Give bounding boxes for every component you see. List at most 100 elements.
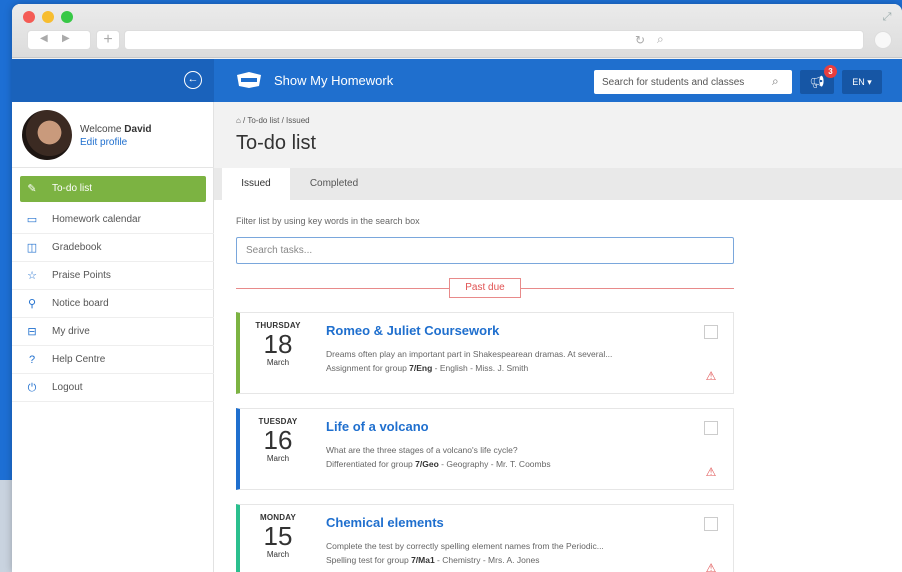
- close-window-button[interactable]: [23, 11, 35, 23]
- language-select[interactable]: EN ▾: [842, 70, 882, 94]
- collapse-sidebar-icon[interactable]: ←: [184, 71, 202, 89]
- sidebar-item-logout[interactable]: ⏻ Logout: [12, 374, 214, 402]
- sidebar-item-label: Homework calendar: [52, 214, 141, 225]
- browser-menu-button[interactable]: [874, 31, 892, 49]
- sidebar-item-homework-calendar[interactable]: ▭ Homework calendar: [12, 206, 214, 234]
- sidebar-item-help-centre[interactable]: ? Help Centre: [12, 346, 214, 374]
- task-title-link[interactable]: Chemical elements: [326, 515, 444, 530]
- warning-icon: ⚠: [705, 465, 717, 479]
- warning-icon: ⚠: [705, 369, 717, 383]
- star-icon: ☆: [27, 270, 37, 282]
- calendar-icon: ▭: [26, 214, 38, 226]
- logo-icon: [237, 72, 261, 88]
- power-icon: ⏻: [27, 382, 37, 394]
- app-header: ← Show My Homework ⌕ 📢︎ 3 EN ▾: [12, 59, 902, 102]
- warning-icon: ⚠: [705, 561, 717, 572]
- task-title-link[interactable]: Life of a volcano: [326, 419, 429, 434]
- reload-icon[interactable]: ↻: [635, 33, 645, 47]
- past-due-label: Past due: [449, 278, 521, 298]
- sidebar-item-label: Notice board: [52, 298, 109, 309]
- task-card[interactable]: THURSDAY 18 March Romeo & Juliet Coursew…: [236, 312, 734, 394]
- task-month: March: [266, 550, 290, 559]
- task-card[interactable]: TUESDAY 16 March Life of a volcano What …: [236, 408, 734, 490]
- user-name: David: [124, 124, 152, 135]
- task-group: 7/Ma1: [411, 555, 435, 565]
- task-complete-checkbox[interactable]: [704, 517, 718, 531]
- task-date-number: 15: [263, 521, 293, 551]
- task-description: Complete the test by correctly spelling …: [326, 541, 604, 551]
- edit-icon: ✎: [27, 183, 37, 195]
- sidebar-item-label: Gradebook: [52, 242, 102, 253]
- back-arrow-icon[interactable]: ◀: [40, 33, 48, 44]
- sidebar-item-label: Logout: [52, 382, 83, 393]
- task-group: 7/Eng: [409, 363, 433, 373]
- help-icon: ?: [28, 354, 36, 366]
- avatar[interactable]: [22, 110, 72, 160]
- task-date: THURSDAY 18 March: [244, 321, 312, 367]
- forward-arrow-icon[interactable]: ▶: [62, 33, 70, 44]
- browser-toolbar: ⤢ ◀ ▶ + ↻ ⌕: [12, 4, 902, 58]
- task-date-number: 18: [263, 329, 293, 359]
- browser-window: ⤢ ◀ ▶ + ↻ ⌕ ← Show My Homework ⌕ 📢︎ 3 EN…: [12, 4, 902, 572]
- task-description: What are the three stages of a volcano's…: [326, 445, 518, 455]
- book-icon: ◫: [26, 242, 38, 254]
- task-description: Dreams often play an important part in S…: [326, 349, 613, 359]
- student-class-search-input[interactable]: [594, 70, 792, 94]
- maximize-window-button[interactable]: [61, 11, 73, 23]
- task-complete-checkbox[interactable]: [704, 421, 718, 435]
- task-meta-suffix: - Geography - Mr. T. Coombs: [438, 459, 551, 469]
- sidebar-item-label: My drive: [52, 326, 90, 337]
- sidebar-item-praise-points[interactable]: ☆ Praise Points: [12, 262, 214, 290]
- search-icon[interactable]: ⌕: [772, 74, 779, 89]
- address-bar[interactable]: ↻ ⌕: [124, 30, 864, 50]
- task-group: 7/Geo: [415, 459, 439, 469]
- sidebar-header: ←: [12, 59, 214, 102]
- task-meta-prefix: Assignment for group: [326, 363, 410, 373]
- search-icon: ⌕: [657, 32, 664, 46]
- tab-completed[interactable]: Completed: [294, 168, 374, 200]
- drive-icon: ⊟: [27, 326, 37, 338]
- task-title-link[interactable]: Romeo & Juliet Coursework: [326, 323, 499, 338]
- minimize-window-button[interactable]: [42, 11, 54, 23]
- sidebar-item-gradebook[interactable]: ◫ Gradebook: [12, 234, 214, 262]
- task-meta: Spelling test for group 7/Ma1 - Chemistr…: [326, 555, 540, 565]
- task-complete-checkbox[interactable]: [704, 325, 718, 339]
- task-meta-suffix: - Chemistry - Mrs. A. Jones: [434, 555, 540, 565]
- expand-icon[interactable]: ⤢: [880, 10, 894, 24]
- filter-hint: Filter list by using key words in the se…: [236, 216, 420, 226]
- task-meta: Differentiated for group 7/Geo - Geograp…: [326, 459, 551, 469]
- task-date: MONDAY 15 March: [244, 513, 312, 559]
- task-month: March: [266, 358, 290, 367]
- notification-badge: 3: [824, 65, 837, 78]
- task-search-input[interactable]: [236, 237, 734, 264]
- welcome-text: Welcome David: [80, 124, 152, 135]
- sidebar-item-notice-board[interactable]: ⚲ Notice board: [12, 290, 214, 318]
- task-meta-prefix: Differentiated for group: [326, 459, 416, 469]
- brand-name[interactable]: Show My Homework: [274, 73, 393, 88]
- tab-bar: Issued Completed: [214, 168, 902, 200]
- new-tab-button[interactable]: +: [96, 30, 120, 50]
- task-date-number: 16: [263, 425, 293, 455]
- sidebar: Welcome David Edit profile ✎ To-do list …: [12, 102, 214, 572]
- profile-panel: Welcome David Edit profile: [12, 102, 214, 168]
- task-meta-prefix: Spelling test for group: [326, 555, 412, 565]
- sidebar-item-todo-list[interactable]: ✎ To-do list: [20, 176, 206, 202]
- megaphone-icon: 📢︎: [809, 75, 825, 89]
- tab-issued[interactable]: Issued: [222, 168, 290, 200]
- task-date: TUESDAY 16 March: [244, 417, 312, 463]
- sidebar-item-label: Help Centre: [52, 354, 106, 365]
- task-month: March: [266, 454, 290, 463]
- welcome-prefix: Welcome: [80, 124, 122, 135]
- task-card[interactable]: MONDAY 15 March Chemical elements Comple…: [236, 504, 734, 572]
- edit-profile-link[interactable]: Edit profile: [80, 137, 127, 148]
- main-content: ⌂ / To-do list / Issued To-do list Issue…: [214, 102, 902, 572]
- sidebar-item-label: To-do list: [52, 183, 93, 194]
- breadcrumb[interactable]: ⌂ / To-do list / Issued: [236, 116, 310, 125]
- task-meta: Assignment for group 7/Eng - English - M…: [326, 363, 528, 373]
- pin-icon: ⚲: [27, 298, 37, 310]
- sidebar-item-my-drive[interactable]: ⊟ My drive: [12, 318, 214, 346]
- page-title: To-do list: [236, 132, 317, 154]
- page-header: ⌂ / To-do list / Issued To-do list: [214, 102, 902, 168]
- history-nav: ◀ ▶: [27, 30, 91, 50]
- task-meta-suffix: - English - Miss. J. Smith: [432, 363, 529, 373]
